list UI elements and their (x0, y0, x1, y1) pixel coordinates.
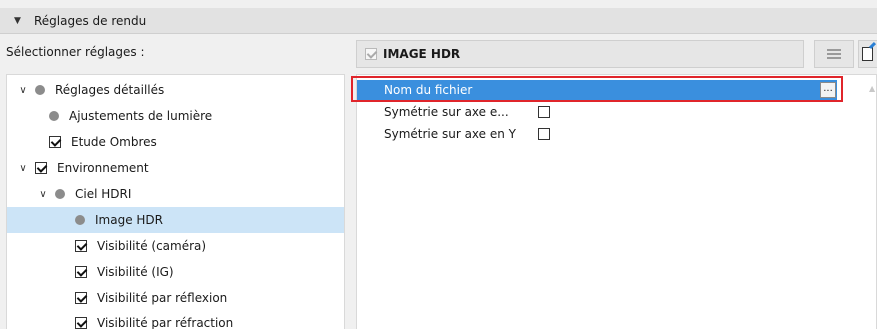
tree-item-label: Visibilité (caméra) (97, 239, 207, 253)
property-label: Symétrie sur axe en Y (384, 127, 516, 141)
chevron-down-icon[interactable]: ∨ (17, 85, 29, 96)
list-icon (827, 49, 841, 59)
edit-settings-button[interactable] (858, 40, 877, 68)
property-row-symetrie-axe-y[interactable]: Symétrie sur axe en Y (357, 124, 837, 144)
tree-item-label: Image HDR (95, 213, 163, 227)
browse-file-button[interactable]: ... (820, 82, 836, 98)
tree-item-label: Etude Ombres (71, 135, 157, 149)
dot-icon (35, 85, 45, 95)
property-label: Nom du fichier (384, 83, 473, 97)
tree-item-ajustements-lumiere[interactable]: Ajustements de lumière (7, 103, 344, 129)
tree-item-visibilite-camera[interactable]: Visibilité (caméra) (7, 233, 344, 259)
etude-ombres-checkbox[interactable] (49, 136, 61, 148)
symetrie-axe-e-checkbox[interactable] (538, 106, 550, 118)
tree-item-label: Réglages détaillés (55, 83, 165, 97)
environnement-checkbox[interactable] (35, 162, 47, 174)
tree-item-visibilite-ig[interactable]: Visibilité (IG) (7, 259, 344, 285)
select-settings-label: Sélectionner réglages : (6, 45, 145, 59)
tree-item-label: Ajustements de lumière (69, 109, 213, 123)
chevron-down-icon[interactable]: ∨ (37, 189, 49, 200)
section-title: Réglages de rendu (34, 13, 147, 28)
visibilite-camera-checkbox[interactable] (75, 240, 87, 252)
properties-panel: Nom du fichier ... Symétrie sur axe e...… (356, 74, 877, 329)
visibilite-refraction-checkbox[interactable] (75, 317, 87, 329)
dot-icon (75, 215, 85, 225)
property-row-symetrie-axe-e[interactable]: Symétrie sur axe e... (357, 102, 837, 122)
image-hdr-title: IMAGE HDR (383, 47, 461, 61)
tree-item-image-hdr[interactable]: Image HDR (7, 207, 344, 233)
image-hdr-enabled-checkbox (365, 48, 377, 60)
tree-item-ciel-hdri[interactable]: ∨ Ciel HDRI (7, 181, 344, 207)
symetrie-axe-y-checkbox[interactable] (538, 128, 550, 140)
image-hdr-header: IMAGE HDR (356, 40, 804, 68)
list-view-button[interactable] (814, 40, 854, 68)
tree-item-etude-ombres[interactable]: Etude Ombres (7, 129, 344, 155)
collapse-caret-icon[interactable]: ▼ (14, 16, 24, 26)
visibilite-reflexion-checkbox[interactable] (75, 292, 87, 304)
tree-item-label: Ciel HDRI (75, 187, 132, 201)
tree-item-visibilite-refraction[interactable]: Visibilité par réfraction (7, 310, 344, 329)
property-label: Symétrie sur axe e... (384, 105, 509, 119)
tree-item-label: Visibilité par réflexion (97, 291, 228, 305)
tree-item-environnement[interactable]: ∨ Environnement (7, 155, 344, 181)
visibilite-ig-checkbox[interactable] (75, 266, 87, 278)
tree-item-visibilite-reflexion[interactable]: Visibilité par réflexion (7, 285, 344, 311)
chevron-down-icon[interactable]: ∨ (17, 163, 29, 174)
render-settings-header[interactable]: ▼ Réglages de rendu (0, 8, 877, 34)
tree-item-label: Visibilité (IG) (97, 265, 174, 279)
tree-item-label: Visibilité par réfraction (97, 316, 234, 329)
edit-document-icon (862, 47, 873, 61)
scroll-up-arrow-icon[interactable]: ▲ (869, 84, 875, 93)
tree-item-label: Environnement (57, 161, 149, 175)
dot-icon (49, 111, 59, 121)
property-row-nom-du-fichier[interactable]: Nom du fichier ... (357, 80, 837, 100)
dot-icon (55, 189, 65, 199)
tree-item-reglages-detailles[interactable]: ∨ Réglages détaillés (7, 77, 344, 103)
settings-tree[interactable]: ∨ Réglages détaillés Ajustements de lumi… (6, 74, 345, 329)
